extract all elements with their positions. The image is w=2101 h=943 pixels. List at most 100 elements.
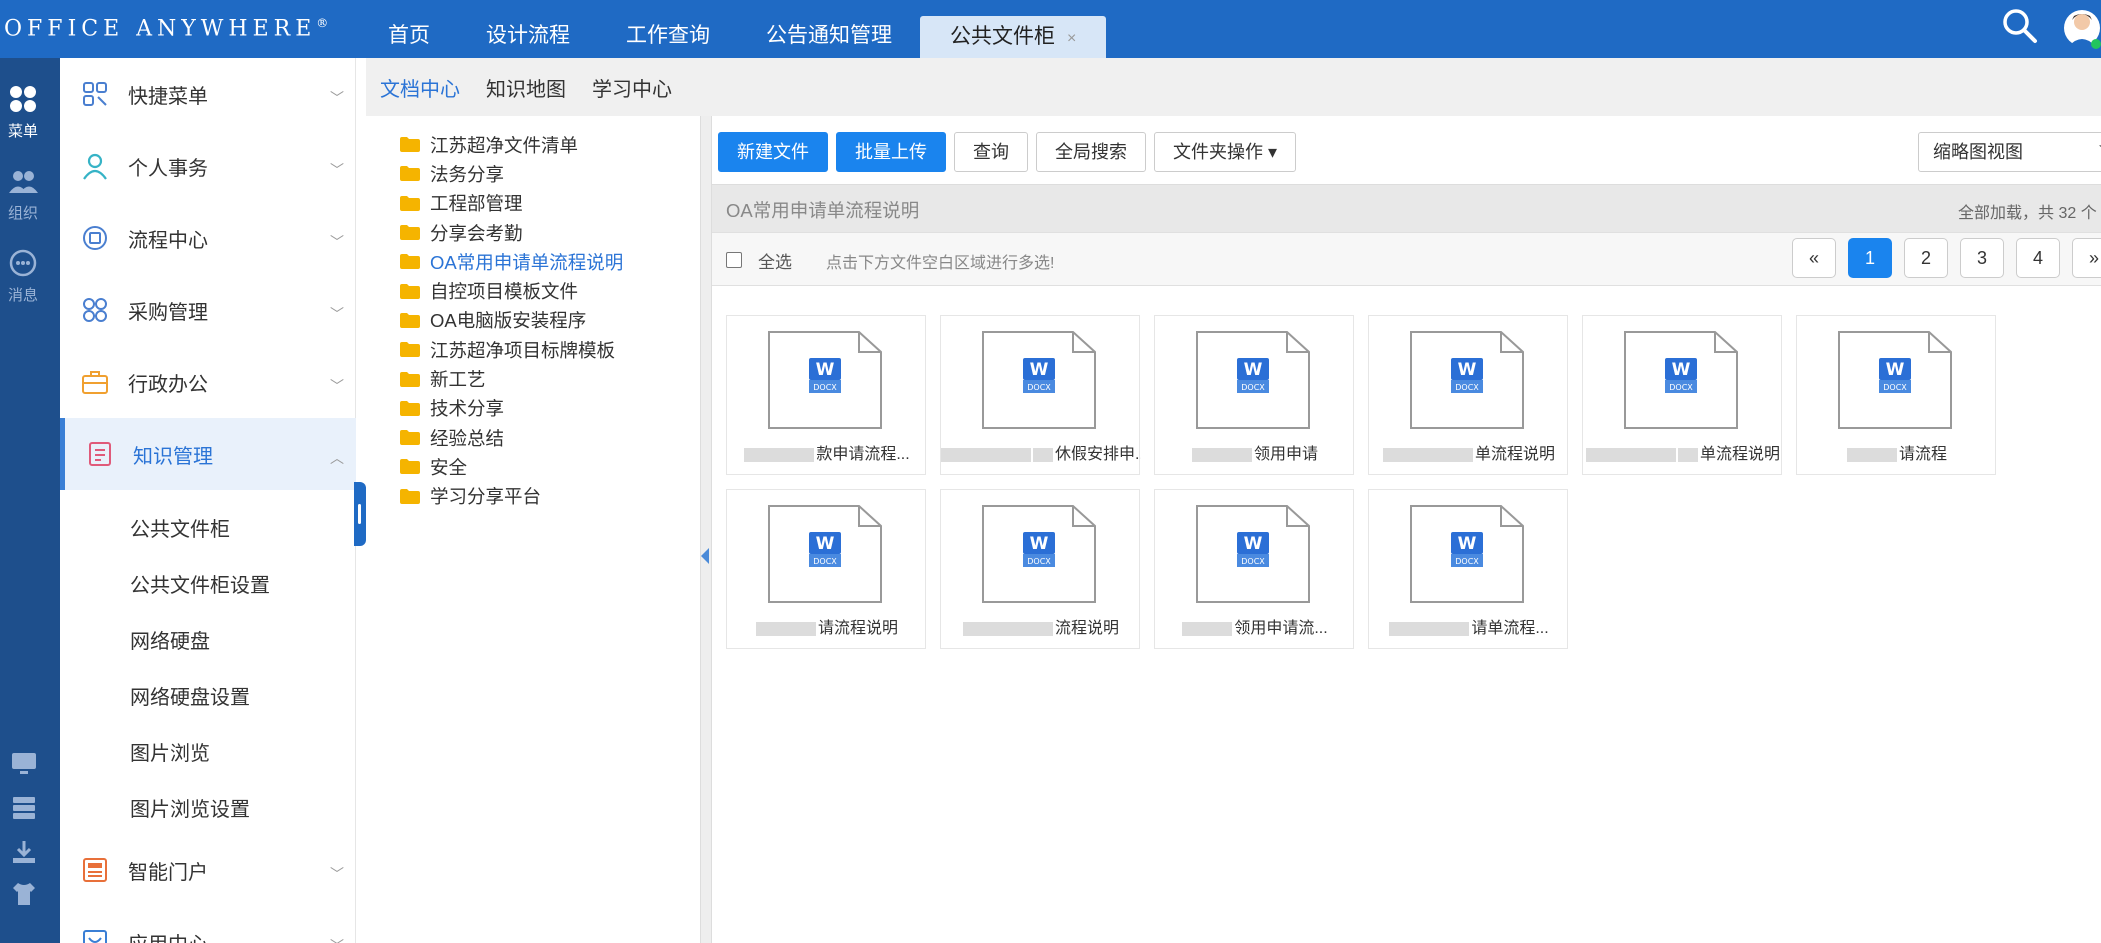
file-card[interactable]: W DOCX 请流程: [1796, 315, 1996, 475]
app-logo: OFFICE ANYWHERE®: [4, 16, 329, 42]
file-name-text: 休假安排申...: [1055, 446, 1141, 463]
sub-item-image-browse-settings[interactable]: 图片浏览设置: [60, 782, 356, 838]
menu-item-smart-portal[interactable]: 智能门户 ﹀: [60, 834, 356, 906]
svg-text:DOCX: DOCX: [813, 383, 837, 392]
svg-text:W: W: [816, 360, 835, 380]
menu-item-shortcuts[interactable]: 快捷菜单 ﹀: [60, 58, 356, 130]
svg-text:W: W: [1244, 534, 1263, 554]
tab-work-query[interactable]: 工作查询: [598, 0, 738, 58]
menu-item-knowledge[interactable]: 知识管理 ︿: [60, 418, 356, 490]
sub-item-network-disk[interactable]: 网络硬盘: [60, 614, 356, 670]
pagination-prev[interactable]: «: [1792, 238, 1836, 278]
pagination-page-3[interactable]: 3: [1960, 238, 2004, 278]
shortcut-icon: [83, 82, 107, 106]
server-icon[interactable]: [10, 794, 38, 822]
rail-messages[interactable]: 消息: [0, 248, 46, 305]
folder-item[interactable]: 法务分享: [366, 159, 701, 188]
file-name-text: 单流程说明: [1699, 446, 1780, 463]
folder-item[interactable]: 工程部管理: [366, 189, 701, 218]
menu-label: 智能门户: [128, 861, 208, 884]
avatar[interactable]: [2064, 6, 2101, 50]
tab-design-flow[interactable]: 设计流程: [458, 0, 598, 58]
menu-item-flow-center[interactable]: 流程中心 ﹀: [60, 202, 356, 274]
chevron-up-icon: ︿: [330, 450, 344, 466]
file-card[interactable]: W DOCX 休假安排申...: [940, 315, 1141, 475]
folder-icon: [400, 342, 420, 358]
folder-icon: [400, 283, 420, 299]
tab-public-file-cabinet[interactable]: 公共文件柜 ×: [920, 16, 1107, 58]
folder-item[interactable]: 技术分享: [366, 394, 701, 423]
folder-item[interactable]: OA常用申请单流程说明: [366, 247, 701, 276]
menu-collapse-handle[interactable]: [354, 482, 366, 546]
folder-item[interactable]: 新工艺: [366, 364, 701, 393]
folder-item[interactable]: 江苏超净文件清单: [366, 130, 701, 159]
sub-item-public-cabinet-settings[interactable]: 公共文件柜设置: [60, 558, 356, 614]
top-bar: OFFICE ANYWHERE® 首页 设计流程 工作查询 公告通知管理 公共文…: [0, 0, 2101, 58]
folder-item[interactable]: 学习分享平台: [366, 482, 701, 511]
pagination-page-4[interactable]: 4: [2016, 238, 2060, 278]
tab-notice-management[interactable]: 公告通知管理: [738, 0, 920, 58]
file-card[interactable]: W DOCX 领用申请流...: [1154, 489, 1354, 649]
menu-item-app-center[interactable]: 应用中心 ﹀: [60, 906, 356, 943]
file-card[interactable]: W DOCX 单流程说明: [1368, 315, 1568, 475]
folder-item[interactable]: 分享会考勤: [366, 218, 701, 247]
svg-text:DOCX: DOCX: [813, 557, 837, 566]
svg-text:W: W: [816, 534, 835, 554]
folder-icon: [400, 312, 420, 328]
folder-icon: [400, 195, 420, 211]
word-doc-icon: W DOCX: [1410, 505, 1524, 603]
view-mode-select[interactable]: 缩略图视图 ﹀: [1918, 132, 2101, 172]
tab-home[interactable]: 首页: [360, 0, 458, 58]
subtab-knowledge-map[interactable]: 知识地图: [486, 73, 566, 102]
menu-item-purchase[interactable]: 采购管理 ﹀: [60, 274, 356, 346]
folder-icon: [400, 400, 420, 416]
folder-icon: [400, 254, 420, 270]
selection-bar: 全选 点击下方文件空白区域进行多选! « 1 2 3 4 »: [712, 232, 2101, 286]
shirt-icon[interactable]: [10, 880, 38, 908]
chevron-down-icon: ﹀: [330, 162, 344, 178]
sub-item-public-cabinet[interactable]: 公共文件柜: [60, 502, 356, 558]
file-name-text: 领用申请流...: [1234, 620, 1328, 637]
menu-item-personal[interactable]: 个人事务 ﹀: [60, 130, 356, 202]
folder-item[interactable]: OA电脑版安装程序: [366, 306, 701, 335]
rail-org[interactable]: 组织: [0, 166, 46, 223]
redacted-text: [1585, 447, 1676, 462]
sub-item-network-disk-settings[interactable]: 网络硬盘设置: [60, 670, 356, 726]
pagination-page-1[interactable]: 1: [1848, 238, 1892, 278]
select-all-label[interactable]: 全选: [758, 248, 792, 273]
subtab-learning-center[interactable]: 学习中心: [592, 73, 672, 102]
menu-item-admin-office[interactable]: 行政办公 ﹀: [60, 346, 356, 418]
folder-item[interactable]: 经验总结: [366, 423, 701, 452]
panel-splitter[interactable]: [700, 116, 712, 943]
global-search-button[interactable]: 全局搜索: [1036, 132, 1146, 172]
monitor-icon[interactable]: [10, 750, 38, 778]
batch-upload-button[interactable]: 批量上传: [836, 132, 946, 172]
new-file-button[interactable]: 新建文件: [718, 132, 828, 172]
word-doc-icon: W DOCX: [1838, 331, 1952, 429]
download-icon[interactable]: [10, 838, 38, 866]
file-card[interactable]: W DOCX 请单流程...: [1368, 489, 1568, 649]
collapse-arrow-icon[interactable]: [701, 548, 709, 564]
search-icon[interactable]: [2000, 6, 2040, 46]
portal-icon: [83, 858, 107, 882]
folder-ops-dropdown[interactable]: 文件夹操作 ▾: [1154, 132, 1297, 172]
file-card[interactable]: W DOCX 流程说明: [940, 489, 1140, 649]
folder-item[interactable]: 自控项目模板文件: [366, 276, 701, 305]
folder-icon: [400, 166, 420, 182]
folder-item[interactable]: 安全: [366, 452, 701, 481]
file-card[interactable]: W DOCX 请流程说明: [726, 489, 926, 649]
sub-item-image-browse[interactable]: 图片浏览: [60, 726, 356, 782]
query-button[interactable]: 查询: [954, 132, 1028, 172]
folder-item[interactable]: 江苏超净项目标牌模板: [366, 335, 701, 364]
pagination-page-2[interactable]: 2: [1904, 238, 1948, 278]
select-all-checkbox[interactable]: [726, 252, 742, 268]
rail-menu[interactable]: 菜单: [0, 84, 46, 141]
file-card[interactable]: W DOCX 款申请流程...: [726, 315, 926, 475]
svg-text:DOCX: DOCX: [1241, 383, 1265, 392]
file-card[interactable]: W DOCX 单流程说明: [1582, 315, 1782, 475]
file-card[interactable]: W DOCX 领用申请: [1154, 315, 1354, 475]
pagination-next[interactable]: »: [2072, 238, 2101, 278]
menu-label: 流程中心: [128, 229, 208, 252]
subtab-doc-center[interactable]: 文档中心: [380, 73, 460, 102]
tab-close-icon[interactable]: ×: [1067, 30, 1076, 47]
